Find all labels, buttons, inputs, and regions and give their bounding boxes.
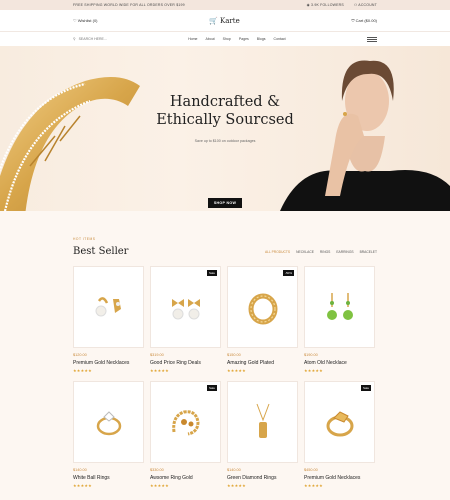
brand-logo[interactable]: 🛒 Karte: [209, 17, 239, 25]
nav-links: Home About Shop Pages Blogs Contact: [188, 37, 285, 41]
rating-stars: ★★★★★: [227, 483, 246, 488]
product-name[interactable]: Awsome Ring Gold: [150, 475, 221, 481]
product-image[interactable]: -50%: [227, 266, 298, 348]
product-image[interactable]: [304, 266, 375, 348]
bracelet-icon: [171, 410, 200, 436]
menu-icon[interactable]: [366, 36, 377, 42]
cart-logo-icon: 🛒: [209, 16, 219, 25]
rating-stars: ★★★★★: [150, 368, 169, 373]
product-price: $319.00: [150, 353, 164, 357]
search-placeholder: SEARCH HERE...: [78, 37, 107, 41]
nav-shop[interactable]: Shop: [223, 37, 231, 41]
nav-contact[interactable]: Contact: [274, 37, 286, 41]
rating-stars: ★★★★★: [150, 483, 169, 488]
earring-icon: [95, 297, 121, 317]
nav-pages[interactable]: Pages: [239, 37, 249, 41]
product-image[interactable]: [73, 381, 144, 463]
ring-icon: [248, 293, 277, 325]
navigation-bar: ⚲ SEARCH HERE... Home About Shop Pages B…: [0, 32, 450, 46]
product-image[interactable]: [73, 266, 144, 348]
cart-label: Cart ($0.00): [355, 18, 377, 23]
product-card[interactable]: -50% $150.00 Amazing Gold Plated ★★★★★: [227, 266, 298, 381]
product-image[interactable]: Sale: [150, 266, 221, 348]
gem-ring-icon: [326, 411, 353, 437]
product-image[interactable]: Sale: [304, 381, 375, 463]
main-header: ♡ Wishlist (0) 🛒 Karte ⛉ Cart ($0.00): [0, 10, 450, 32]
product-price: $330.00: [150, 468, 164, 472]
shipping-notice: FREE SHIPPING WORLD WIDE FOR ALL ORDERS …: [73, 3, 185, 7]
rating-stars: ★★★★★: [304, 483, 323, 488]
product-filter-tabs: ALL PRODUCTS NECKLACE RINGS EARRINGS BRA…: [265, 250, 377, 254]
rating-stars: ★★★★★: [227, 368, 246, 373]
section-title: Best Seller: [73, 246, 129, 257]
sale-badge: Sale: [360, 385, 371, 391]
filter-earrings[interactable]: EARRINGS: [336, 250, 353, 254]
product-price: $140.00: [73, 468, 87, 472]
account-link[interactable]: ⚇ ACCOUNT: [354, 3, 377, 7]
product-image[interactable]: Sale: [150, 381, 221, 463]
product-name[interactable]: White Ball Rings: [73, 475, 144, 481]
product-name[interactable]: Green Diamond Rings: [227, 475, 298, 481]
discount-badge: -50%: [282, 270, 294, 276]
search-box[interactable]: ⚲ SEARCH HERE...: [73, 37, 107, 41]
bracelet-hero-image: [0, 77, 140, 211]
hero-banner: Handcrafted & Ethically Sourcsed Save up…: [0, 46, 450, 211]
product-name[interactable]: Premium Gold Necklaces: [73, 360, 144, 366]
bow-earring-icon: [171, 299, 200, 320]
followers-link[interactable]: ◉ 3.9K FOLLOWERS: [307, 3, 344, 7]
product-name[interactable]: Good Price Ring Deals: [150, 360, 221, 366]
best-seller-section: HOT ITEMS Best Seller ALL PRODUCTS NECKL…: [0, 237, 450, 496]
product-card[interactable]: $120.00 Premium Gold Necklaces ★★★★★: [73, 266, 144, 381]
product-price: $450.00: [304, 468, 318, 472]
rating-stars: ★★★★★: [304, 368, 323, 373]
sale-badge: Sale: [206, 270, 217, 276]
filter-necklace[interactable]: NECKLACE: [296, 250, 314, 254]
wishlist-link[interactable]: ♡ Wishlist (0): [73, 18, 98, 23]
product-price: $140.00: [227, 468, 241, 472]
product-name[interactable]: Atom Old Necklace: [304, 360, 375, 366]
followers-count: 3.9K FOLLOWERS: [311, 3, 344, 7]
nav-home[interactable]: Home: [188, 37, 197, 41]
sale-badge: Sale: [206, 385, 217, 391]
product-card[interactable]: Sale $319.00 Good Price Ring Deals ★★★★★: [150, 266, 221, 381]
bag-icon: ⛉: [351, 18, 355, 23]
hero-title: Handcrafted & Ethically Sourcsed: [135, 93, 315, 129]
rating-stars: ★★★★★: [73, 368, 92, 373]
product-card[interactable]: Sale $450.00 Premium Gold Necklaces ★★★★…: [304, 381, 375, 496]
wishlist-label: Wishlist (0): [77, 18, 98, 23]
account-label: ACCOUNT: [358, 3, 377, 7]
product-price: $120.00: [73, 353, 87, 357]
nav-about[interactable]: About: [206, 37, 215, 41]
product-name[interactable]: Amazing Gold Plated: [227, 360, 298, 366]
filter-rings[interactable]: RINGS: [320, 250, 330, 254]
hero-subtitle: Save up to $100 on outdoor packages: [194, 139, 256, 143]
product-image[interactable]: [227, 381, 298, 463]
top-announcement-bar: FREE SHIPPING WORLD WIDE FOR ALL ORDERS …: [0, 0, 450, 10]
search-icon: ⚲: [73, 37, 76, 41]
filter-bracelet[interactable]: BRACELET: [360, 250, 377, 254]
heart-icon: ♡: [73, 18, 77, 23]
product-card[interactable]: $140.00 Green Diamond Rings ★★★★★: [227, 381, 298, 496]
pendant-icon: [256, 403, 269, 438]
product-price: $150.00: [227, 353, 241, 357]
nav-blogs[interactable]: Blogs: [257, 37, 266, 41]
section-eyebrow: HOT ITEMS: [73, 237, 96, 241]
diamond-ring-icon: [96, 411, 121, 436]
product-card[interactable]: $190.00 Atom Old Necklace ★★★★★: [304, 266, 375, 381]
hero-title-line-1: Handcrafted &: [169, 94, 281, 110]
product-card[interactable]: $140.00 White Ball Rings ★★★★★: [73, 381, 144, 496]
drop-earring-icon: [326, 293, 353, 320]
product-price: $190.00: [304, 353, 318, 357]
filter-all-products[interactable]: ALL PRODUCTS: [265, 250, 290, 254]
rating-stars: ★★★★★: [73, 483, 92, 488]
product-grid: $120.00 Premium Gold Necklaces ★★★★★ Sal…: [73, 266, 377, 496]
product-name[interactable]: Premium Gold Necklaces: [304, 475, 375, 481]
brand-name: Karte: [220, 16, 240, 25]
hero-title-line-2: Ethically Sourcsed: [156, 112, 294, 128]
cart-link[interactable]: ⛉ Cart ($0.00): [352, 18, 377, 23]
product-card[interactable]: Sale $330.00 Awsome Ring Gold ★★★★★: [150, 381, 221, 496]
shop-now-button[interactable]: SHOP NOW: [208, 198, 242, 208]
